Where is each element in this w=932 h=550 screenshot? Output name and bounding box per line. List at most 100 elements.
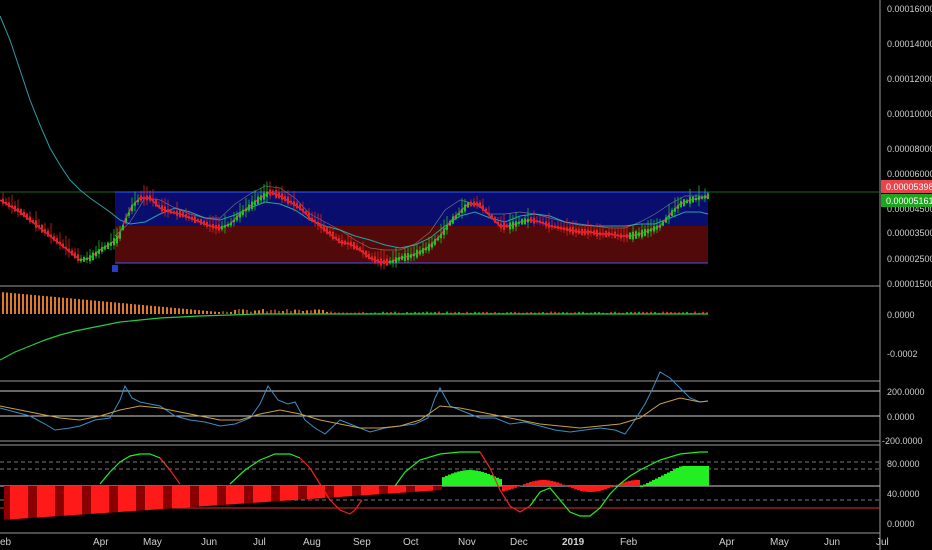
heat-bar	[592, 486, 595, 492]
macd-bar	[166, 307, 168, 314]
candle-body	[644, 228, 646, 237]
candle-body	[344, 240, 346, 245]
heat-bar	[94, 486, 97, 514]
candle-body	[611, 233, 613, 236]
heat-bar	[505, 486, 508, 491]
macd-bar	[158, 306, 160, 314]
heat-bar	[433, 486, 436, 491]
candle-body	[287, 196, 289, 204]
heat-bar	[559, 483, 562, 486]
candle-body	[599, 232, 601, 236]
heat-bar	[544, 480, 547, 486]
macd-bar	[210, 311, 212, 314]
heat-bar	[412, 486, 415, 492]
heat-bar	[508, 486, 511, 490]
candle-body	[158, 204, 160, 208]
heat-bar	[379, 486, 382, 495]
heat-bar	[355, 486, 358, 496]
candle-body	[602, 232, 604, 236]
candle-body	[35, 220, 37, 228]
stoch-tick-80: 80.0000	[887, 459, 920, 469]
macd-bar	[94, 300, 96, 314]
price-tick-6: 0.00006000	[887, 169, 932, 179]
heat-bar	[241, 486, 244, 504]
heat-bar	[205, 486, 208, 507]
heat-bar	[676, 468, 679, 486]
macd-tick-zero: 0.0000	[887, 310, 915, 320]
macd-bar	[238, 309, 240, 314]
candle-body	[299, 204, 301, 211]
time-label-2019: 2019	[562, 537, 585, 548]
trading-chart[interactable]: 0.00016000 0.00014000 0.00012000 0.00010…	[0, 0, 932, 550]
heat-bar	[370, 486, 373, 495]
candle-body	[695, 197, 697, 201]
heat-bar	[622, 482, 625, 486]
candle-body	[140, 195, 142, 201]
macd-bar	[206, 310, 208, 314]
candle-body	[446, 225, 448, 230]
price-tick-1: 0.00016000	[887, 4, 932, 14]
heat-bar	[181, 486, 184, 508]
heat-bar	[196, 486, 199, 507]
heat-bar	[211, 486, 214, 506]
candle-body	[212, 224, 214, 229]
candle-body	[380, 258, 382, 266]
macd-bar	[82, 299, 84, 314]
macd-bar	[134, 304, 136, 314]
heat-bar	[589, 486, 592, 492]
candle-body	[275, 190, 277, 198]
candle-body	[686, 200, 688, 204]
heat-bar	[31, 486, 34, 518]
heat-bar	[646, 483, 649, 486]
heat-bar	[553, 481, 556, 486]
heat-bar	[346, 486, 349, 497]
candle-body	[512, 221, 514, 229]
heat-bar	[538, 480, 541, 486]
macd-bar	[230, 311, 232, 314]
heat-bar	[424, 486, 427, 492]
candle-body	[623, 234, 625, 238]
heat-bar	[76, 486, 79, 515]
price-tick-5: 0.00008000	[887, 144, 932, 154]
candle-body	[86, 257, 88, 260]
heat-bar	[130, 486, 133, 512]
candle-body	[569, 227, 571, 233]
heat-bar	[157, 486, 160, 510]
candle-body	[161, 205, 163, 212]
heat-bar	[313, 486, 316, 499]
candle-body	[236, 215, 238, 221]
heat-bar	[283, 486, 286, 501]
candle-body	[404, 253, 406, 261]
candle-body	[584, 229, 586, 235]
candle-body	[11, 205, 13, 208]
candle-body	[365, 250, 367, 258]
candle-body	[638, 232, 640, 237]
heat-bar	[13, 486, 16, 520]
candle-body	[233, 219, 235, 223]
heat-bar	[484, 472, 487, 486]
candle-body	[209, 224, 211, 227]
candle-body	[104, 245, 106, 250]
candle-body	[449, 221, 451, 226]
candle-body	[329, 231, 331, 236]
heat-bar	[166, 486, 169, 509]
candle-body	[197, 219, 199, 223]
macd-bar	[38, 295, 40, 314]
heat-bar	[256, 486, 259, 503]
macd-bar	[234, 309, 236, 314]
heat-bar	[373, 486, 376, 495]
candle-body	[356, 245, 358, 250]
candle-body	[506, 224, 508, 228]
candle-body	[545, 221, 547, 227]
candle-body	[62, 243, 64, 248]
heat-bar	[376, 486, 379, 495]
heat-bar	[358, 486, 361, 496]
heat-bar	[139, 486, 142, 511]
heat-bar	[232, 486, 235, 505]
candle-body	[557, 225, 559, 229]
heat-bar	[691, 466, 694, 486]
heat-bar	[250, 486, 253, 503]
macd-bar	[74, 298, 76, 314]
candle-body	[470, 201, 472, 207]
heat-bar	[466, 470, 469, 486]
